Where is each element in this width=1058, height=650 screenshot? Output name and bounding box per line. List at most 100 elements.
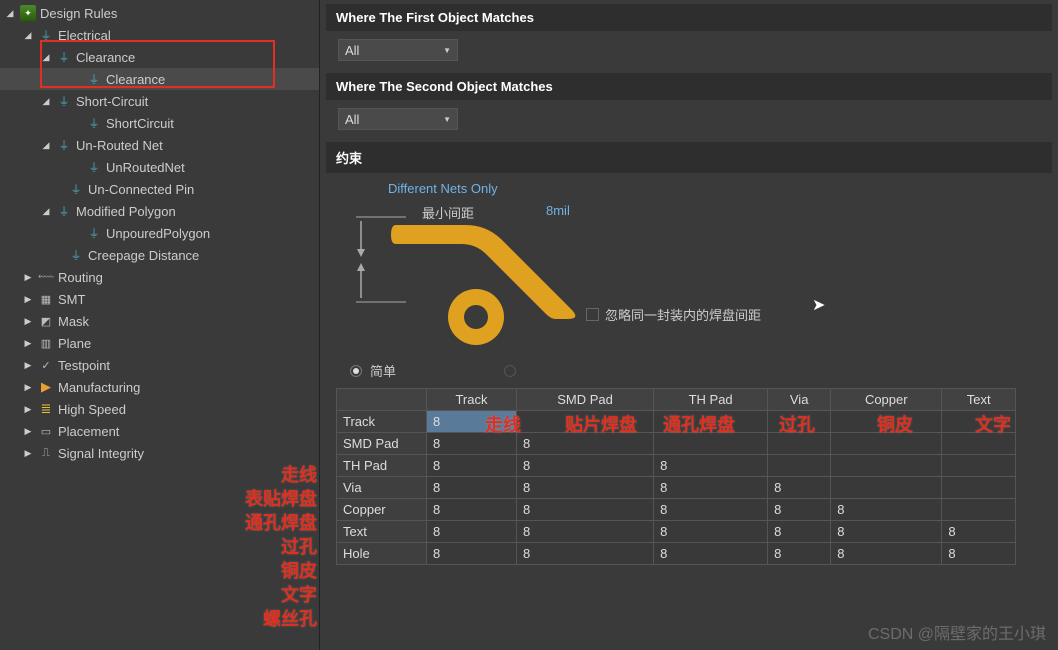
row-annotation: 走线 [245, 463, 317, 487]
grid-cell[interactable] [942, 477, 1016, 499]
grid-row-label[interactable]: Copper [337, 499, 427, 521]
tree-clearance[interactable]: ⏚ Clearance [0, 68, 319, 90]
grid-cell[interactable] [831, 477, 942, 499]
tree-manufacturing[interactable]: ▶ Manufacturing [0, 376, 319, 398]
grid-header[interactable]: Text [942, 389, 1016, 411]
expand-icon[interactable] [22, 294, 34, 305]
grid-cell[interactable] [942, 455, 1016, 477]
grid-cell[interactable]: 8 [831, 499, 942, 521]
grid-cell[interactable]: 8 [768, 543, 831, 565]
column-annotation: 铜皮 [846, 411, 944, 437]
expand-icon[interactable] [22, 448, 34, 459]
grid-cell[interactable] [942, 499, 1016, 521]
grid-cell[interactable]: 8 [654, 477, 768, 499]
expand-icon[interactable] [22, 382, 34, 393]
tree-smt[interactable]: ▦ SMT [0, 288, 319, 310]
ignore-pads-checkbox[interactable] [586, 308, 599, 321]
tree-unrouted[interactable]: ⏚ UnRoutedNet [0, 156, 319, 178]
expand-icon[interactable] [4, 8, 16, 19]
grid-row-label[interactable]: SMD Pad [337, 433, 427, 455]
grid-cell[interactable]: 8 [427, 543, 517, 565]
min-gap-value[interactable]: 8mil [546, 203, 570, 218]
grid-header[interactable]: Track [427, 389, 517, 411]
row-annotation: 过孔 [245, 535, 317, 559]
grid-cell[interactable]: 8 [768, 521, 831, 543]
grid-row-label[interactable]: Hole [337, 543, 427, 565]
grid-cell[interactable]: 8 [516, 543, 653, 565]
grid-header[interactable]: Via [768, 389, 831, 411]
advanced-mode-radio[interactable] [504, 365, 516, 377]
grid-cell[interactable]: 8 [654, 521, 768, 543]
short-circuit-icon: ⏚ [56, 93, 72, 109]
row-annotation: 螺丝孔 [245, 607, 317, 631]
grid-cell[interactable]: 8 [942, 543, 1016, 565]
grid-row-label[interactable]: Via [337, 477, 427, 499]
expand-icon[interactable] [22, 30, 34, 41]
expand-icon[interactable] [40, 96, 52, 107]
tree-root[interactable]: ✦ Design Rules [0, 2, 319, 24]
tree-modpoly-group[interactable]: ⏚ Modified Polygon [0, 200, 319, 222]
grid-cell[interactable] [768, 455, 831, 477]
tree-routing[interactable]: ⬳ Routing [0, 266, 319, 288]
grid-cell[interactable]: 8 [516, 477, 653, 499]
grid-cell[interactable]: 8 [831, 521, 942, 543]
tree-creepage[interactable]: ⏚ Creepage Distance [0, 244, 319, 266]
tree-unrouted-group[interactable]: ⏚ Un-Routed Net [0, 134, 319, 156]
simple-mode-radio[interactable] [350, 365, 362, 377]
grid-cell[interactable] [831, 455, 942, 477]
grid-cell[interactable]: 8 [427, 455, 517, 477]
grid-header[interactable] [337, 389, 427, 411]
tree-testpoint[interactable]: ✓ Testpoint [0, 354, 319, 376]
grid-cell[interactable]: 8 [768, 499, 831, 521]
tree-plane[interactable]: ▥ Plane [0, 332, 319, 354]
grid-cell[interactable]: 8 [427, 521, 517, 543]
grid-cell[interactable]: 8 [831, 543, 942, 565]
first-object-dropdown[interactable]: All ▼ [338, 39, 458, 61]
second-object-dropdown[interactable]: All ▼ [338, 108, 458, 130]
tree-label: Electrical [58, 28, 111, 43]
grid-cell[interactable]: 8 [516, 499, 653, 521]
tree-unconnected[interactable]: ⏚ Un-Connected Pin [0, 178, 319, 200]
tree-highspeed[interactable]: ≣ High Speed [0, 398, 319, 420]
grid-cell[interactable]: 8 [427, 477, 517, 499]
simple-mode-label: 简单 [370, 361, 396, 380]
tree-modpoly[interactable]: ⏚ UnpouredPolygon [0, 222, 319, 244]
different-nets-link[interactable]: Different Nets Only [388, 181, 1040, 196]
expand-icon[interactable] [40, 140, 52, 151]
grid-cell[interactable]: 8 [427, 499, 517, 521]
expand-icon[interactable] [22, 272, 34, 283]
smt-icon: ▦ [38, 291, 54, 307]
column-annotation: 贴片焊盘 [552, 411, 650, 437]
grid-cell[interactable]: 8 [768, 477, 831, 499]
modpoly-icon: ⏚ [56, 203, 72, 219]
expand-icon[interactable] [22, 338, 34, 349]
tree-clearance-group[interactable]: ⏚ Clearance [0, 46, 319, 68]
testpoint-icon: ✓ [38, 357, 54, 373]
expand-icon[interactable] [22, 360, 34, 371]
expand-icon[interactable] [22, 404, 34, 415]
expand-icon[interactable] [22, 316, 34, 327]
tree-label: ShortCircuit [106, 116, 174, 131]
grid-row-label[interactable]: Text [337, 521, 427, 543]
tree-placement[interactable]: ▭ Placement [0, 420, 319, 442]
grid-header[interactable]: Copper [831, 389, 942, 411]
grid-row-label[interactable]: TH Pad [337, 455, 427, 477]
grid-cell[interactable]: 8 [516, 521, 653, 543]
grid-cell[interactable]: 8 [516, 455, 653, 477]
grid-cell[interactable]: 8 [942, 521, 1016, 543]
grid-cell[interactable]: 8 [654, 455, 768, 477]
grid-cell[interactable]: 8 [654, 543, 768, 565]
grid-cell[interactable]: 8 [654, 499, 768, 521]
grid-row-label[interactable]: Track [337, 411, 427, 433]
expand-icon[interactable] [22, 426, 34, 437]
grid-header[interactable]: SMD Pad [516, 389, 653, 411]
tree-electrical[interactable]: ⏚ Electrical [0, 24, 319, 46]
tree-short-circuit[interactable]: ⏚ ShortCircuit [0, 112, 319, 134]
tree-short-circuit-group[interactable]: ⏚ Short-Circuit [0, 90, 319, 112]
expand-icon[interactable] [40, 52, 52, 63]
tree-mask[interactable]: ◩ Mask [0, 310, 319, 332]
clearance-icon: ⏚ [56, 49, 72, 65]
expand-icon[interactable] [40, 206, 52, 217]
tree-si[interactable]: ⎍ Signal Integrity [0, 442, 319, 464]
grid-header[interactable]: TH Pad [654, 389, 768, 411]
